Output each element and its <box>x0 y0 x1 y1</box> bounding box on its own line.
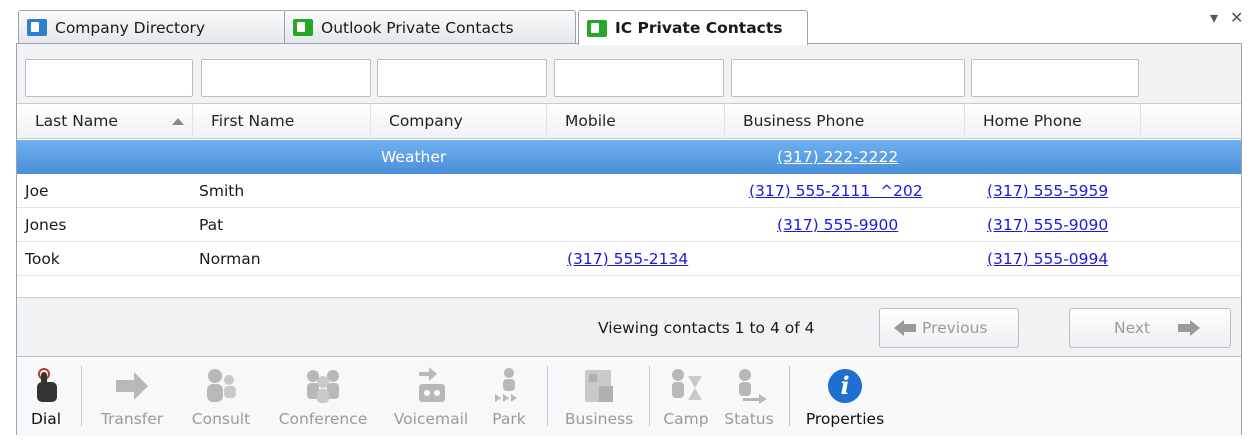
tool-label: Dial <box>30 410 62 428</box>
cell-business-phone-link[interactable]: (317) 555-9900 <box>777 208 898 242</box>
camp-hourglass-icon <box>664 366 708 406</box>
table-row[interactable]: Took Norman (317) 555-2134 (317) 555-099… <box>17 242 1241 276</box>
filter-first-name-input[interactable] <box>201 59 371 97</box>
info-icon: i <box>823 366 867 406</box>
tab-company-directory[interactable]: Company Directory <box>18 10 286 44</box>
tab-label: Outlook Private Contacts <box>321 18 514 37</box>
filter-home-phone-input[interactable] <box>971 59 1139 97</box>
cell-home-phone-link[interactable]: (317) 555-0994 <box>987 242 1108 276</box>
filter-last-name-input[interactable] <box>25 59 193 97</box>
cell-last-name: Joe <box>25 182 49 200</box>
conference-icon <box>301 366 345 406</box>
column-header-mobile[interactable]: Mobile <box>547 104 725 139</box>
tab-outlook-private-contacts[interactable]: Outlook Private Contacts <box>284 10 576 44</box>
camp-button[interactable]: Camp <box>657 358 715 434</box>
column-header-label: Last Name <box>35 112 118 130</box>
table-row[interactable]: Jones Pat (317) 555-9900 (317) 555-9090 <box>17 208 1241 242</box>
voicemail-icon <box>409 366 453 406</box>
tool-label: Business <box>564 410 634 428</box>
tab-ic-private-contacts[interactable]: IC Private Contacts <box>578 10 808 45</box>
contacts-panel: Last Name First Name Company Mobile Busi… <box>16 43 1242 436</box>
voicemail-button[interactable]: Voicemail <box>383 358 479 434</box>
next-button-label: Next <box>1114 319 1151 337</box>
tool-label: Park <box>492 410 526 428</box>
table-row[interactable]: Weather (317) 222-2222 <box>17 140 1241 174</box>
tool-label: Properties <box>805 410 885 428</box>
transfer-arrow-icon <box>110 366 154 406</box>
tool-label: Conference <box>278 410 368 428</box>
column-header-label: Business Phone <box>743 112 865 130</box>
tab-strip: Company Directory Outlook Private Contac… <box>0 0 1254 45</box>
toolbar-separator <box>649 366 650 426</box>
close-icon[interactable]: ✕ <box>1230 8 1243 27</box>
sort-ascending-icon <box>172 118 184 125</box>
contact-card-icon <box>587 19 607 37</box>
cell-company: Weather <box>381 148 447 166</box>
filter-row <box>17 44 1241 104</box>
cell-mobile-link[interactable]: (317) 555-2134 <box>567 242 688 276</box>
column-header-label: Company <box>389 112 463 130</box>
toolbar-separator <box>81 366 82 426</box>
tool-label: Voicemail <box>393 410 469 428</box>
properties-button[interactable]: i Properties <box>797 358 893 434</box>
filter-business-phone-input[interactable] <box>731 59 965 97</box>
cell-first-name: Pat <box>199 216 224 234</box>
consult-icon <box>199 366 243 406</box>
contact-card-icon <box>293 19 313 36</box>
window-menu-icon[interactable]: ▾ <box>1210 8 1218 27</box>
column-header-label: First Name <box>211 112 295 130</box>
arrow-left-shaft-icon <box>904 324 916 332</box>
transfer-button[interactable]: Transfer <box>89 358 175 434</box>
column-header-label: Mobile <box>565 112 616 130</box>
cell-first-name: Smith <box>199 182 245 200</box>
viewing-count-text: Viewing contacts 1 to 4 of 4 <box>598 319 815 337</box>
conference-button[interactable]: Conference <box>265 358 381 434</box>
toolbar-separator <box>547 366 548 426</box>
next-button[interactable]: Next <box>1069 308 1231 348</box>
cell-last-name: Took <box>25 250 60 268</box>
arrow-right-shaft-icon <box>1178 324 1191 332</box>
previous-button[interactable]: Previous <box>879 308 1019 348</box>
contact-card-icon <box>27 19 47 36</box>
column-header-company[interactable]: Company <box>371 104 547 139</box>
tool-label: Status <box>724 410 774 428</box>
cell-last-name: Jones <box>25 216 67 234</box>
park-button[interactable]: Park <box>479 358 539 434</box>
cell-business-phone-link[interactable]: (317) 222-2222 <box>777 140 898 174</box>
table-row[interactable]: Joe Smith (317) 555-2111 ^202 (317) 555-… <box>17 174 1241 208</box>
cell-business-phone-link[interactable]: (317) 555-2111 ^202 <box>749 174 923 208</box>
tab-label: IC Private Contacts <box>615 19 783 37</box>
arrow-left-icon <box>894 320 904 336</box>
business-button[interactable]: Business <box>557 358 641 434</box>
cell-home-phone-link[interactable]: (317) 555-9090 <box>987 208 1108 242</box>
cell-home-phone-link[interactable]: (317) 555-5959 <box>987 174 1108 208</box>
column-header-business-phone[interactable]: Business Phone <box>725 104 965 139</box>
tool-label: Transfer <box>100 410 164 428</box>
tab-label: Company Directory <box>55 18 206 37</box>
column-header-last-name[interactable]: Last Name <box>17 104 193 139</box>
column-header-first-name[interactable]: First Name <box>193 104 371 139</box>
dial-button[interactable]: Dial <box>17 358 75 434</box>
cell-first-name: Norman <box>199 250 261 268</box>
previous-button-label: Previous <box>922 319 988 337</box>
filter-mobile-input[interactable] <box>554 59 724 97</box>
pagination-bar: Viewing contacts 1 to 4 of 4 Previous Ne… <box>17 297 1241 357</box>
dial-hand-icon <box>24 366 68 406</box>
filter-company-input[interactable] <box>377 59 547 97</box>
column-header-label: Home Phone <box>983 112 1082 130</box>
status-button[interactable]: Status <box>715 358 783 434</box>
tool-label: Camp <box>663 410 709 428</box>
business-card-icon <box>577 366 621 406</box>
toolbar-separator <box>789 366 790 426</box>
status-icon <box>727 366 771 406</box>
consult-button[interactable]: Consult <box>179 358 263 434</box>
column-header-home-phone[interactable]: Home Phone <box>965 104 1141 139</box>
column-header-row: Last Name First Name Company Mobile Busi… <box>17 104 1241 139</box>
tool-label: Consult <box>191 410 251 428</box>
call-toolbar: Dial Transfer Consult Conference Voicema… <box>17 358 1241 436</box>
arrow-right-icon <box>1190 320 1201 336</box>
park-icon <box>487 366 531 406</box>
